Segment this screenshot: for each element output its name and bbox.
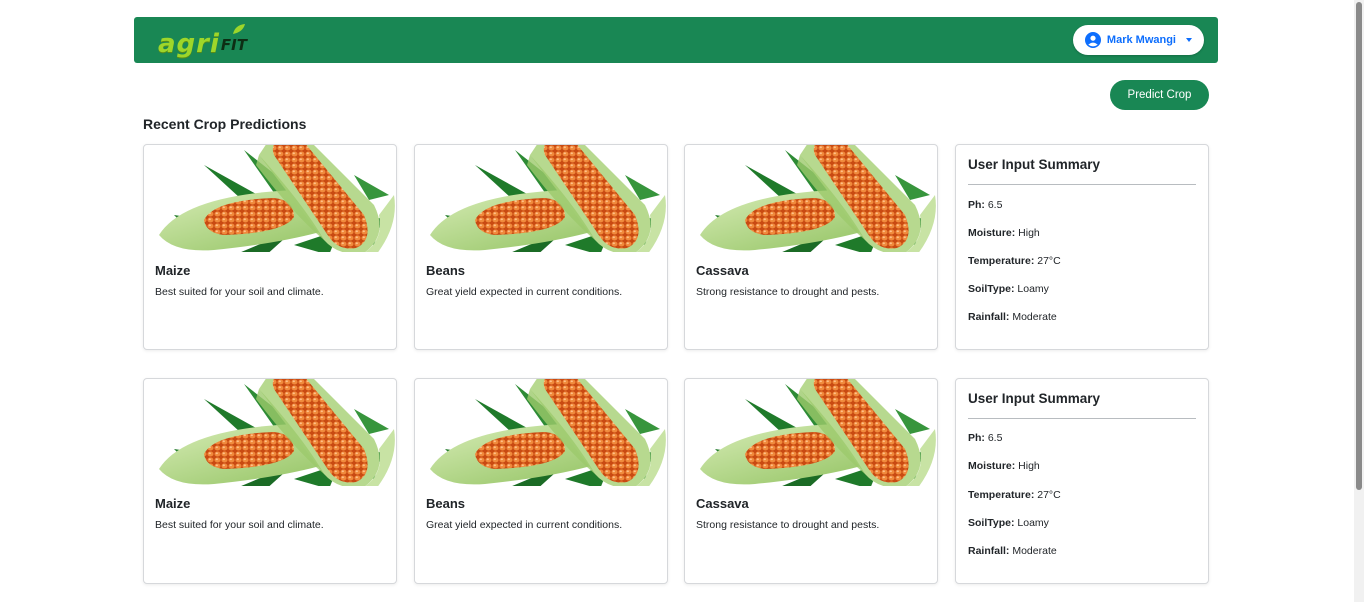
user-name: Mark Mwangi xyxy=(1106,34,1176,46)
summary-moisture: Moisture: High xyxy=(968,460,1040,472)
maize-image xyxy=(700,379,936,486)
summary-soiltype: SoilType: Loamy xyxy=(968,517,1049,529)
summary-title: User Input Summary xyxy=(968,157,1101,172)
crop-name: Beans xyxy=(426,263,466,278)
crop-card[interactable]: Cassava Strong resistance to drought and… xyxy=(684,144,938,350)
logo-text-fit: FIT xyxy=(220,36,247,54)
crop-card[interactable]: Beans Great yield expected in current co… xyxy=(414,378,668,584)
user-menu-button[interactable]: Mark Mwangi xyxy=(1072,25,1204,55)
summary-rainfall: Rainfall: Moderate xyxy=(968,545,1057,557)
crop-description: Great yield expected in current conditio… xyxy=(426,519,623,531)
maize-image xyxy=(159,379,395,486)
maize-image xyxy=(430,379,666,486)
user-input-summary-card: User Input Summary Ph: 6.5 Moisture: Hig… xyxy=(955,144,1209,350)
user-avatar-icon xyxy=(1084,32,1101,48)
summary-ph: Ph: 6.5 xyxy=(968,432,1003,444)
logo-text-agri: agri xyxy=(158,29,220,59)
summary-moisture: Moisture: High xyxy=(968,227,1040,239)
crop-card[interactable]: Beans Great yield expected in current co… xyxy=(414,144,668,350)
crop-name: Maize xyxy=(155,263,191,278)
crop-card[interactable]: Maize Best suited for your soil and clim… xyxy=(143,144,397,350)
predict-crop-button[interactable]: Predict Crop xyxy=(1110,80,1209,110)
page-title: Recent Crop Predictions xyxy=(143,116,307,132)
divider xyxy=(968,418,1196,419)
vertical-scrollbar[interactable] xyxy=(1354,0,1364,602)
crop-card[interactable]: Cassava Strong resistance to drought and… xyxy=(684,378,938,584)
crop-description: Best suited for your soil and climate. xyxy=(155,286,324,298)
summary-soiltype: SoilType: Loamy xyxy=(968,283,1049,295)
scrollbar-thumb[interactable] xyxy=(1356,2,1362,490)
crop-description: Strong resistance to drought and pests. xyxy=(696,286,880,298)
agrifit-logo[interactable]: agri FIT xyxy=(158,23,247,57)
chevron-down-icon xyxy=(1186,38,1192,42)
summary-rainfall: Rainfall: Moderate xyxy=(968,311,1057,323)
summary-temperature: Temperature: 27°C xyxy=(968,255,1061,267)
crop-name: Maize xyxy=(155,496,191,511)
maize-image xyxy=(159,145,395,252)
crop-description: Best suited for your soil and climate. xyxy=(155,519,324,531)
crop-description: Strong resistance to drought and pests. xyxy=(696,519,880,531)
crop-name: Cassava xyxy=(696,263,749,278)
crop-name: Beans xyxy=(426,496,466,511)
maize-image xyxy=(430,145,666,252)
leaf-icon xyxy=(233,24,245,34)
crop-description: Great yield expected in current conditio… xyxy=(426,286,623,298)
crop-name: Cassava xyxy=(696,496,749,511)
summary-temperature: Temperature: 27°C xyxy=(968,489,1061,501)
user-input-summary-card: User Input Summary Ph: 6.5 Moisture: Hig… xyxy=(955,378,1209,584)
summary-ph: Ph: 6.5 xyxy=(968,199,1003,211)
summary-title: User Input Summary xyxy=(968,391,1101,406)
divider xyxy=(968,184,1196,185)
top-navbar: agri FIT Mark Mwangi xyxy=(134,17,1218,63)
maize-image xyxy=(700,145,936,252)
crop-card[interactable]: Maize Best suited for your soil and clim… xyxy=(143,378,397,584)
